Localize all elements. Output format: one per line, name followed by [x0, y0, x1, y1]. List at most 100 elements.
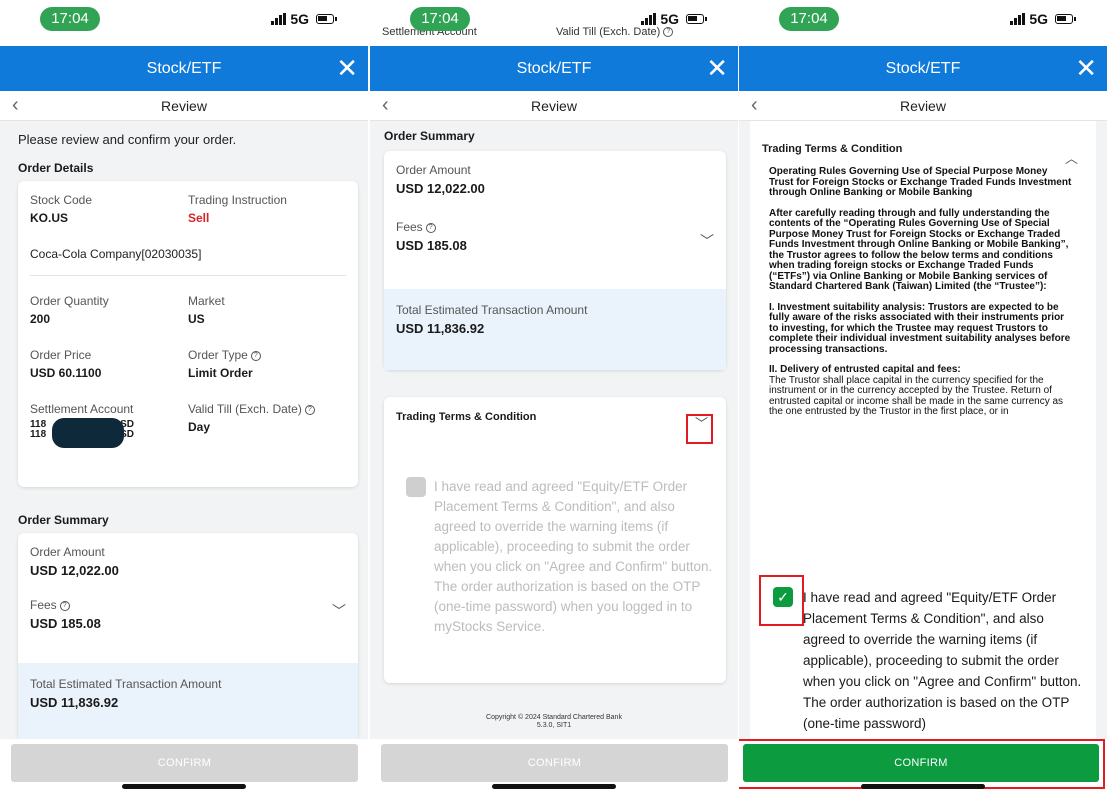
phone-screen-order-details: 17:04 5G Stock/ETF ✕ ‹ Review Please rev… — [0, 0, 368, 789]
battery-icon — [686, 14, 707, 24]
valid-till-value: Day — [188, 420, 211, 434]
close-icon[interactable]: ✕ — [706, 46, 728, 91]
status-bar: Settlement Account Valid Till (Exch. Dat… — [370, 0, 738, 46]
total-amount-section: Total Estimated Transaction Amount USD 1… — [384, 289, 726, 370]
terms-content[interactable]: Trading Terms & Condition ︿ Operating Ru… — [739, 121, 1107, 739]
confirm-bar: CONFIRM — [739, 739, 1107, 789]
terms-paragraph: I. Investment suitability analysis: Trus… — [769, 301, 1071, 355]
phone-screen-order-summary: Settlement Account Valid Till (Exch. Dat… — [370, 0, 738, 789]
order-summary-title: Order Summary — [18, 513, 109, 527]
account-redaction — [52, 418, 124, 448]
app-header: Stock/ETF ✕ — [370, 46, 738, 91]
order-type-label: Order Type — [188, 348, 248, 362]
review-intro: Please review and confirm your order. — [18, 132, 237, 147]
review-bar: ‹ Review — [370, 91, 738, 121]
order-summary-card: Order Amount USD 12,022.00 Fees? USD 185… — [18, 533, 358, 739]
battery-icon — [316, 14, 337, 24]
order-price-label: Order Price — [30, 348, 92, 362]
stock-code-value: KO.US — [30, 211, 69, 225]
review-content[interactable]: Order Summary Order Amount USD 12,022.00… — [370, 121, 738, 739]
scrolled-label: Valid Till (Exch. Date)? — [556, 26, 674, 38]
confirm-button[interactable]: CONFIRM — [381, 744, 728, 782]
fees-value: USD 185.08 — [30, 616, 101, 631]
order-details-card: Stock Code KO.US Trading Instruction Sell … — [18, 181, 358, 487]
page-title: Stock/ETF — [885, 60, 961, 77]
confirm-button[interactable]: CONFIRM — [11, 744, 358, 782]
market-label: Market — [188, 294, 225, 308]
order-amount-value: USD 12,022.00 — [396, 181, 485, 196]
terms-heading: II. Delivery of entrusted capital and fe… — [769, 364, 961, 375]
terms-title: Trading Terms & Condition — [396, 411, 537, 423]
back-icon[interactable]: ‹ — [751, 91, 758, 119]
info-icon[interactable]: ? — [59, 600, 70, 611]
status-time: 17:04 — [410, 7, 470, 31]
close-icon[interactable]: ✕ — [336, 46, 358, 91]
signal-icon — [641, 13, 657, 25]
confirm-bar: CONFIRM — [370, 739, 738, 789]
app-header: Stock/ETF ✕ — [739, 46, 1107, 91]
divider — [30, 275, 346, 276]
status-time: 17:04 — [779, 7, 839, 31]
market-value: US — [188, 312, 205, 326]
review-content[interactable]: Please review and confirm your order. Or… — [0, 121, 368, 739]
status-signal: 5G — [641, 11, 707, 27]
review-title: Review — [900, 98, 946, 114]
order-details-title: Order Details — [18, 161, 94, 175]
info-icon: ? — [663, 27, 674, 38]
network-label: 5G — [290, 11, 309, 27]
review-title: Review — [161, 98, 207, 114]
order-price-value: USD 60.1100 — [30, 366, 102, 380]
terms-paragraph: After carefully reading through and full… — [769, 207, 1069, 292]
fees-value: USD 185.08 — [396, 238, 467, 253]
home-indicator — [122, 784, 246, 789]
total-label: Total Estimated Transaction Amount — [30, 677, 222, 691]
order-quantity-value: 200 — [30, 312, 51, 326]
home-indicator — [861, 784, 985, 789]
stock-code-label: Stock Code — [30, 193, 93, 207]
company-name: Coca-Cola Company[02030035] — [30, 247, 202, 261]
chevron-down-icon[interactable]: ﹀ — [332, 601, 346, 621]
highlight-box — [739, 739, 1105, 789]
order-amount-label: Order Amount — [396, 163, 471, 177]
agree-checkbox[interactable] — [406, 477, 426, 497]
status-bar: 17:04 5G — [0, 0, 368, 46]
total-label: Total Estimated Transaction Amount — [396, 303, 588, 317]
back-icon[interactable]: ‹ — [12, 91, 19, 119]
copyright-text: Copyright © 2024 Standard Chartered Bank — [486, 714, 622, 721]
total-amount-section: Total Estimated Transaction Amount USD 1… — [18, 663, 358, 739]
agree-text: I have read and agreed "Equity/ETF Order… — [803, 590, 1082, 731]
signal-icon — [271, 13, 287, 25]
network-label: 5G — [660, 11, 679, 27]
trading-instruction-label: Trading Instruction — [188, 193, 287, 207]
terms-card: Trading Terms & Condition ﹀ I have read … — [384, 397, 726, 683]
terms-paragraph: The Trustor shall place capital in the c… — [769, 374, 1064, 417]
status-bar: 17:04 5G — [739, 0, 1107, 46]
home-indicator — [492, 784, 616, 789]
info-icon[interactable]: ? — [425, 222, 436, 233]
network-label: 5G — [1029, 11, 1048, 27]
info-icon[interactable]: ? — [250, 350, 261, 361]
status-time: 17:04 — [40, 7, 100, 31]
review-bar: ‹ Review — [0, 91, 368, 121]
status-signal: 5G — [271, 11, 337, 27]
chevron-down-icon[interactable]: ﹀ — [700, 231, 714, 251]
fees-label: Fees — [396, 220, 423, 234]
footer: Copyright © 2024 Standard Chartered Bank… — [370, 714, 738, 730]
signal-icon — [1010, 13, 1026, 25]
highlight-box — [759, 575, 804, 626]
chevron-up-icon[interactable]: ︿ — [1065, 148, 1078, 167]
close-icon[interactable]: ✕ — [1075, 46, 1097, 91]
order-quantity-label: Order Quantity — [30, 294, 109, 308]
terms-panel: Trading Terms & Condition ︿ Operating Ru… — [750, 121, 1096, 739]
status-signal: 5G — [1010, 11, 1076, 27]
order-summary-card: Order Amount USD 12,022.00 Fees? USD 185… — [384, 151, 726, 370]
total-value: USD 11,836.92 — [396, 321, 485, 336]
page-title: Stock/ETF — [146, 60, 222, 77]
review-title: Review — [531, 98, 577, 114]
back-icon[interactable]: ‹ — [382, 91, 389, 119]
terms-text: Operating Rules Governing Use of Special… — [750, 166, 1096, 418]
order-summary-title: Order Summary — [384, 129, 475, 143]
confirm-bar: CONFIRM — [0, 739, 368, 789]
settlement-account-label: Settlement Account — [30, 402, 134, 416]
info-icon[interactable]: ? — [304, 404, 315, 415]
